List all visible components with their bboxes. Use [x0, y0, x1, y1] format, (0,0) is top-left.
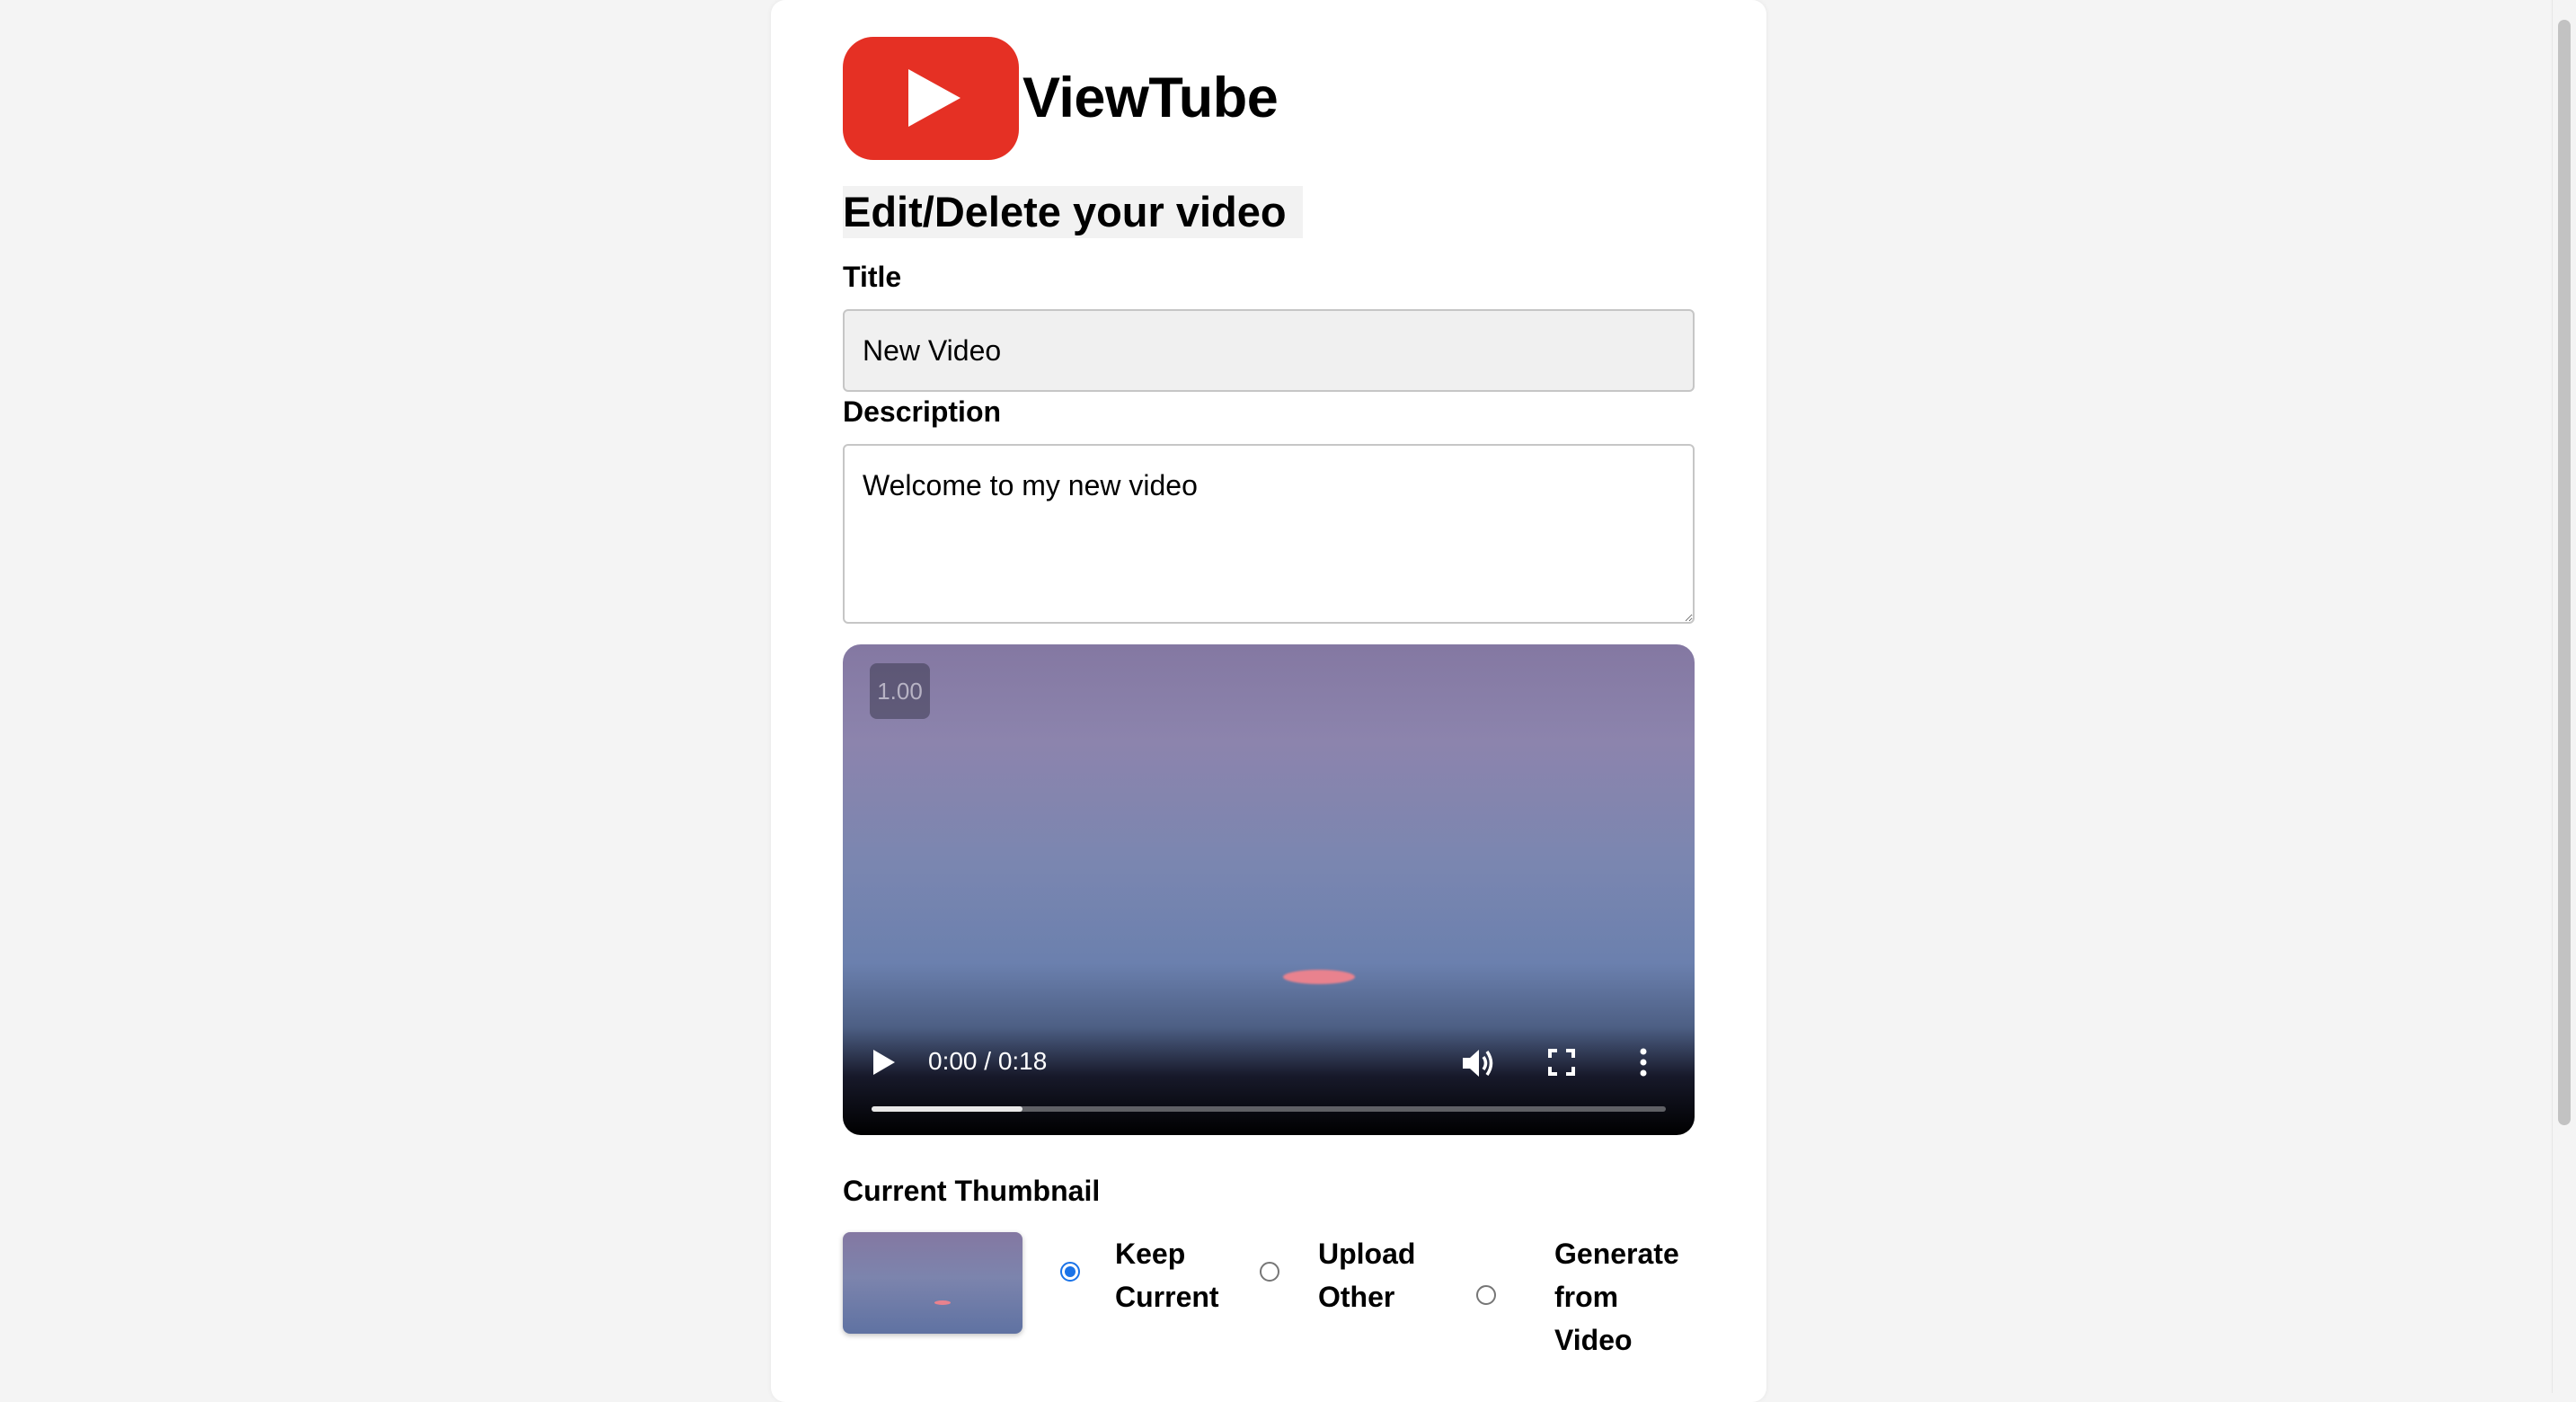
more-vert-icon[interactable]	[1637, 1047, 1650, 1078]
edit-video-card: ViewTube Edit/Delete your video Title De…	[771, 0, 1766, 1402]
video-controls: 0:00 / 0:18	[843, 1009, 1695, 1135]
brand-name: ViewTube	[1022, 67, 1279, 129]
page-scrollbar[interactable]	[2552, 0, 2576, 1393]
playback-speed-badge[interactable]: 1.00	[870, 663, 930, 719]
current-thumbnail-label: Current Thumbnail	[843, 1175, 1101, 1207]
fullscreen-icon[interactable]	[1548, 1049, 1575, 1076]
scrollbar-thumb[interactable]	[2558, 20, 2571, 1125]
play-icon[interactable]	[872, 1049, 897, 1076]
play-logo-icon	[843, 36, 1019, 160]
title-label: Title	[843, 261, 902, 293]
description-textarea[interactable]: Welcome to my new video	[843, 444, 1695, 624]
brand-header[interactable]: ViewTube	[843, 36, 1279, 160]
radio-keep-current[interactable]	[1060, 1262, 1080, 1282]
radio-upload-other[interactable]	[1260, 1262, 1279, 1282]
title-input[interactable]	[843, 309, 1695, 392]
page-title: Edit/Delete your video	[843, 186, 1303, 238]
description-label: Description	[843, 395, 1002, 428]
video-player[interactable]: 1.00 0:00 / 0:18	[843, 644, 1695, 1135]
volume-icon[interactable]	[1461, 1047, 1495, 1079]
video-frame-sun	[1283, 970, 1355, 984]
radio-label-generate-from-video[interactable]: Generate from Video	[1554, 1232, 1689, 1362]
video-progress-bar[interactable]	[872, 1106, 1666, 1112]
video-progress-fill	[872, 1106, 1022, 1112]
logo-triangle	[908, 69, 960, 127]
radio-label-upload-other[interactable]: Upload Other	[1318, 1232, 1435, 1318]
radio-label-keep-current[interactable]: Keep Current	[1115, 1232, 1232, 1318]
time-display: 0:00 / 0:18	[928, 1047, 1048, 1075]
current-thumbnail-image	[843, 1232, 1022, 1334]
thumbnail-sun	[934, 1300, 951, 1305]
radio-generate-from-video[interactable]	[1476, 1285, 1496, 1305]
